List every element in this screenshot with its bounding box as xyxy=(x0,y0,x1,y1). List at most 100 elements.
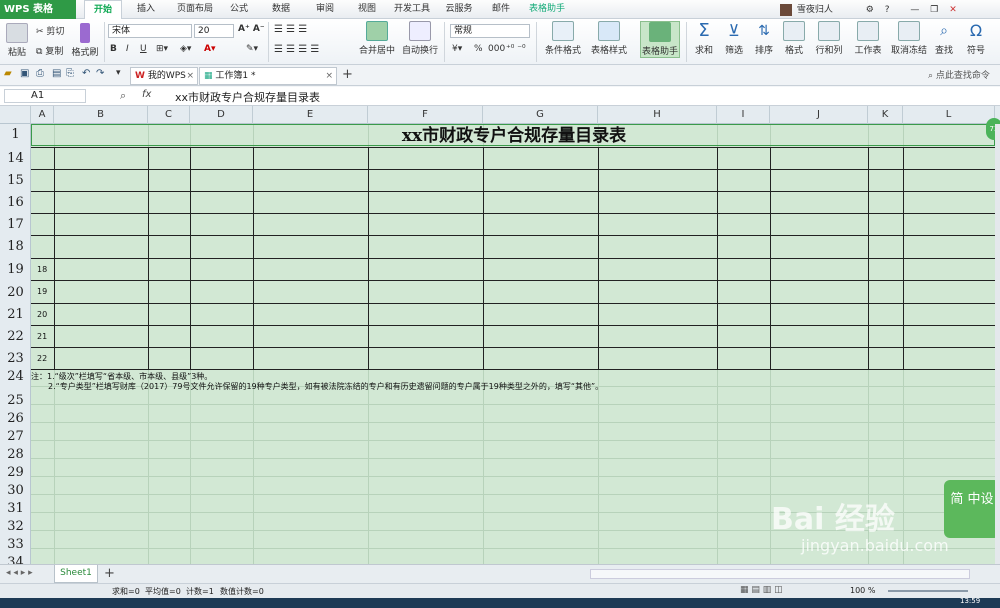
row-header[interactable]: 17 xyxy=(0,217,31,232)
open-folder-icon[interactable]: ▰ xyxy=(4,68,12,79)
tab-review[interactable]: 审阅 xyxy=(310,0,340,19)
row-header[interactable]: 15 xyxy=(0,173,31,188)
decimal-buttons[interactable]: ⁺⁰ ⁻⁰ xyxy=(506,44,526,54)
customize-dropdown-icon[interactable]: ▾ xyxy=(116,68,121,78)
cell-row-number[interactable]: 18 xyxy=(37,265,47,274)
column-header[interactable]: I xyxy=(717,106,770,124)
help-icon[interactable]: ? xyxy=(885,5,890,15)
row-header[interactable]: 26 xyxy=(0,411,31,426)
find-button[interactable]: ⌕ 查找 xyxy=(930,21,958,56)
column-header[interactable]: J xyxy=(770,106,868,124)
undo-icon[interactable]: ↶ xyxy=(82,68,90,79)
bold-button[interactable]: B xyxy=(110,44,117,54)
export-icon[interactable]: ⎘ xyxy=(66,68,74,79)
wps-app-button[interactable]: WPS 表格 xyxy=(0,0,76,19)
row-header[interactable]: 33 xyxy=(0,537,31,552)
format-button[interactable]: 格式 xyxy=(780,21,808,56)
command-search[interactable]: ⌕ 点此查找命令 xyxy=(928,68,1000,84)
redo-icon[interactable]: ↷ xyxy=(96,68,104,79)
close-icon[interactable]: × xyxy=(186,68,194,85)
italic-button[interactable]: I xyxy=(126,44,129,54)
clear-button[interactable]: ✎▾ xyxy=(246,44,258,54)
font-size-select[interactable]: 20 xyxy=(194,24,234,38)
sort-button[interactable]: ⇅ 排序 xyxy=(750,21,778,56)
table-helper-button[interactable]: 表格助手 xyxy=(640,21,680,58)
doc-tab-workbook[interactable]: ▦ 工作簿1 * × xyxy=(199,67,337,85)
sheet-grid[interactable]: xx市财政专户合规存量目录表 18 19 20 21 22 注：1.“级次”栏填… xyxy=(31,124,995,564)
close-icon[interactable]: ✕ xyxy=(949,5,957,15)
row-header[interactable]: 22 xyxy=(0,329,31,344)
avatar[interactable] xyxy=(780,3,792,16)
row-header[interactable]: 31 xyxy=(0,501,31,516)
column-header[interactable]: F xyxy=(368,106,483,124)
freeze-button[interactable]: 取消冻结 xyxy=(890,21,928,56)
row-header[interactable]: 34 xyxy=(0,555,31,564)
table-style-button[interactable]: 表格样式 xyxy=(588,21,630,56)
column-header[interactable]: C xyxy=(148,106,190,124)
percent-button[interactable]: % xyxy=(474,44,483,54)
column-header[interactable]: K xyxy=(868,106,903,124)
note-line-2[interactable]: 2.“专户类型”栏填写财库（2017）79号文件允许保留的19种专户类型，如有被… xyxy=(48,381,603,392)
tab-mail[interactable]: 邮件 xyxy=(488,0,514,19)
font-grow-button[interactable]: A⁺ A⁻ xyxy=(238,24,265,34)
underline-button[interactable]: U xyxy=(140,44,147,54)
select-all-corner[interactable] xyxy=(0,106,31,124)
vertical-scrollbar[interactable] xyxy=(995,124,1000,564)
filter-button[interactable]: ⊻ 筛选 xyxy=(720,21,748,56)
font-name-select[interactable]: 宋体 xyxy=(108,24,192,38)
row-header[interactable]: 16 xyxy=(0,195,31,210)
print-preview-icon[interactable]: ▤ xyxy=(52,68,61,79)
row-header[interactable]: 24 xyxy=(0,369,31,384)
font-color-button[interactable]: A▾ xyxy=(204,44,215,54)
tab-page-layout[interactable]: 页面布局 xyxy=(170,0,220,19)
row-header[interactable]: 18 xyxy=(0,239,31,254)
fill-color-button[interactable]: ◈▾ xyxy=(180,44,191,54)
tab-developer[interactable]: 开发工具 xyxy=(392,0,432,19)
tab-formulas[interactable]: 公式 xyxy=(224,0,254,19)
zoom-icon[interactable]: ⌕ xyxy=(120,89,126,103)
cell-row-number[interactable]: 21 xyxy=(37,332,47,341)
new-tab-button[interactable]: + xyxy=(342,67,353,82)
tab-data[interactable]: 数据 xyxy=(266,0,296,19)
cell-row-number[interactable]: 22 xyxy=(37,354,47,363)
column-header[interactable]: L xyxy=(903,106,995,124)
cut-button[interactable]: ✂ 剪切 xyxy=(36,24,64,37)
view-mode-icons[interactable]: ▦ ▤ ▥ ◫ xyxy=(740,585,783,595)
comma-button[interactable]: 000 xyxy=(488,44,505,54)
row-header[interactable]: 21 xyxy=(0,307,31,322)
row-header[interactable]: 27 xyxy=(0,429,31,444)
sum-button[interactable]: Σ 求和 xyxy=(690,21,718,57)
sheet-tab[interactable]: Sheet1 xyxy=(54,565,98,583)
row-header[interactable]: 25 xyxy=(0,393,31,408)
cell-row-number[interactable]: 19 xyxy=(37,287,47,296)
close-icon[interactable]: × xyxy=(325,68,333,85)
column-header[interactable]: A xyxy=(31,106,54,124)
row-header[interactable]: 29 xyxy=(0,465,31,480)
column-header[interactable]: H xyxy=(598,106,717,124)
minimize-icon[interactable]: — xyxy=(910,5,919,15)
restore-icon[interactable]: ❐ xyxy=(930,5,938,15)
copy-button[interactable]: ⧉ 复制 xyxy=(36,44,63,57)
row-header[interactable]: 23 xyxy=(0,351,31,366)
column-header[interactable]: E xyxy=(253,106,368,124)
symbol-button[interactable]: Ω 符号 xyxy=(962,21,990,56)
row-col-button[interactable]: 行和列 xyxy=(812,21,846,56)
fx-button[interactable]: fx xyxy=(142,89,151,100)
worksheet-button[interactable]: 工作表 xyxy=(850,21,886,56)
column-header[interactable]: D xyxy=(190,106,253,124)
number-format-select[interactable]: 常规 xyxy=(450,24,530,38)
settings-icon[interactable]: ⚙ xyxy=(866,5,874,15)
currency-button[interactable]: ¥▾ xyxy=(452,44,462,54)
sheet-nav-arrows[interactable]: ◂ ◂ ▸ ▸ xyxy=(6,568,33,578)
tab-cloud[interactable]: 云服务 xyxy=(442,0,476,19)
horizontal-scrollbar[interactable] xyxy=(590,569,970,579)
conditional-format-button[interactable]: 条件格式 xyxy=(540,21,586,56)
row-header[interactable]: 32 xyxy=(0,519,31,534)
tab-insert[interactable]: 插入 xyxy=(128,0,164,19)
tab-home[interactable]: 开始 xyxy=(84,0,122,19)
row-header[interactable]: 20 xyxy=(0,285,31,300)
row-header[interactable]: 14 xyxy=(0,151,31,166)
align-top-buttons[interactable]: ☰ ☰ ☰ xyxy=(274,24,307,35)
border-button[interactable]: ⊞▾ xyxy=(156,44,168,54)
row-header[interactable]: 19 xyxy=(0,262,31,277)
